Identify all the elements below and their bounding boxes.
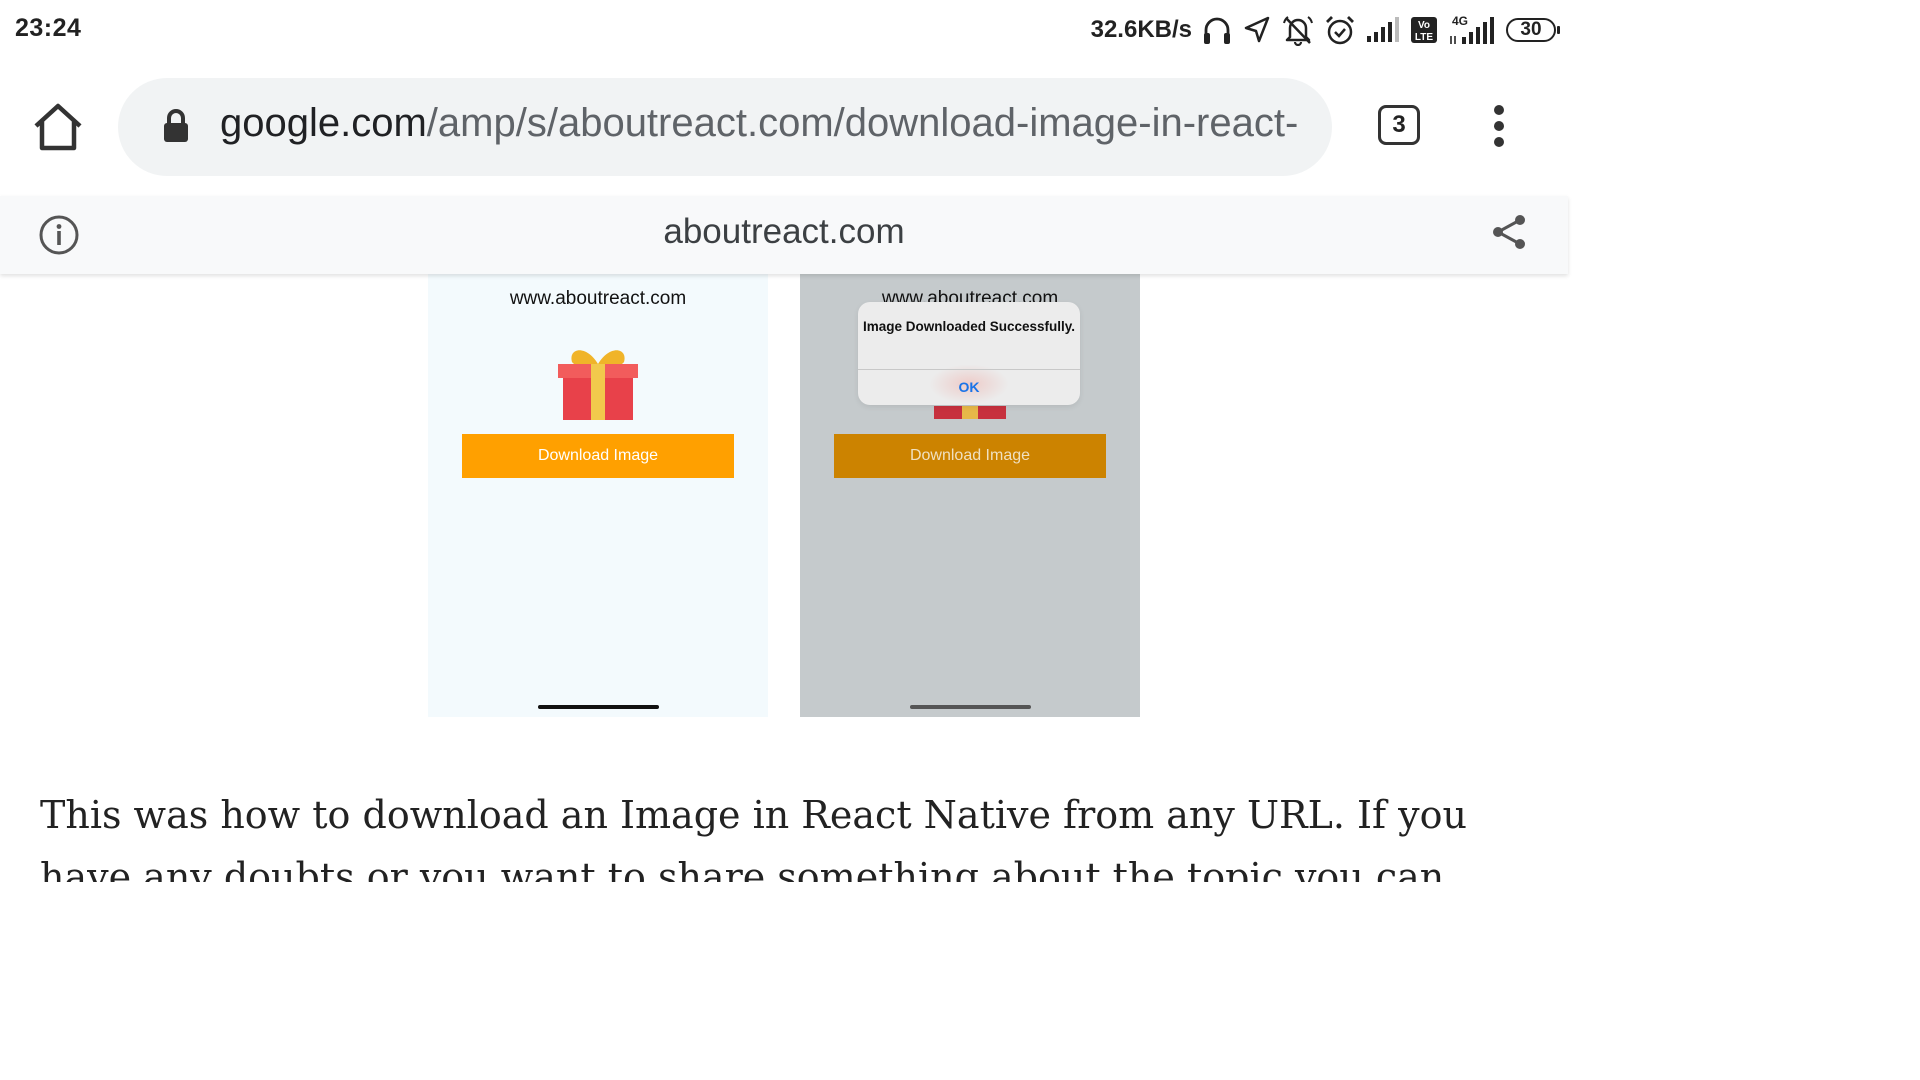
home-indicator [910, 705, 1031, 709]
battery-icon: 30 [1506, 18, 1560, 42]
volte-icon: Vo LTE [1411, 17, 1437, 43]
gift-icon [558, 350, 638, 420]
share-icon[interactable] [1490, 212, 1530, 252]
site-url-label: www.aboutreact.com [509, 288, 687, 309]
tab-switcher-button[interactable]: 3 [1378, 105, 1420, 145]
download-image-button[interactable]: Download Image [462, 434, 734, 478]
more-vert-icon[interactable] [1488, 105, 1510, 149]
home-icon[interactable] [30, 102, 86, 152]
article-paragraph: This was how to download an Image in Rea… [40, 793, 1467, 882]
url-path: /amp/s/aboutreact.com/download-image-in-… [426, 101, 1299, 145]
location-icon [1244, 16, 1270, 43]
headphones-icon [1204, 17, 1230, 44]
page-content: www.aboutreact.com Download Image www.ab… [0, 274, 1568, 882]
status-time: 23:24 [15, 14, 82, 42]
url-host: google.com [220, 101, 427, 145]
amp-header: aboutreact.com [0, 196, 1568, 274]
browser-toolbar: google.com/amp/s/aboutreact.com/download… [0, 60, 1568, 196]
url-text[interactable]: google.com/amp/s/aboutreact.com/download… [220, 101, 1298, 146]
alert-divider [858, 369, 1080, 370]
svg-text:LTE: LTE [1415, 32, 1433, 43]
muted-bell-icon [1283, 16, 1313, 46]
address-bar[interactable]: google.com/amp/s/aboutreact.com/download… [118, 78, 1332, 176]
screenshot-right: www.aboutreact.com Image Downloaded Succ… [800, 274, 1140, 717]
svg-text:4G: 4G [1452, 14, 1468, 28]
status-icons: 32.6KB/s Vo LTE 4G 30 [1090, 12, 1560, 48]
amp-domain: aboutreact.com [663, 212, 905, 251]
download-image-button[interactable]: Download Image [834, 434, 1106, 478]
lock-icon [164, 109, 188, 142]
alarm-icon [1326, 16, 1354, 45]
alert-dialog: Image Downloaded Successfully. OK [858, 302, 1080, 405]
network-speed: 32.6KB/s [1090, 16, 1192, 43]
signal-icon [1367, 17, 1399, 42]
alert-ok-button[interactable]: OK [858, 379, 1080, 395]
home-indicator [538, 705, 659, 709]
svg-text:Vo: Vo [1418, 20, 1430, 31]
gift-icon [934, 406, 1006, 419]
signal-4g-icon: 4G [1450, 14, 1494, 44]
status-bar: 23:24 32.6KB/s Vo LTE 4G 30 [0, 0, 1568, 60]
screenshot-left: www.aboutreact.com Download Image [428, 274, 768, 717]
alert-message: Image Downloaded Successfully. [862, 319, 1076, 334]
